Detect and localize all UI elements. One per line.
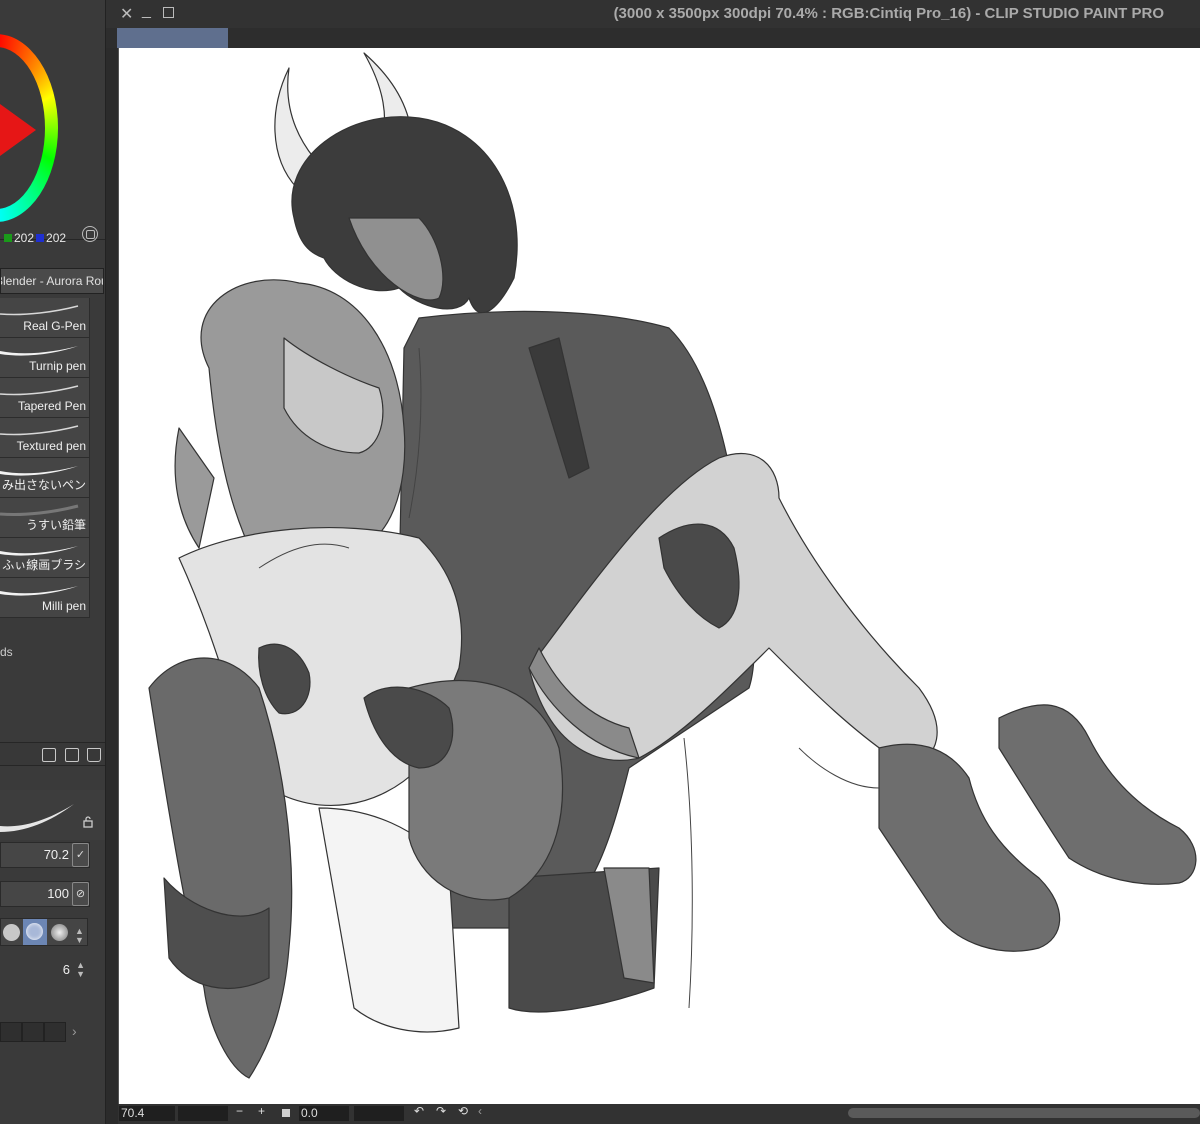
stabilization-field[interactable]: 6 ▲ ▼	[0, 958, 90, 984]
brush-list: Real G-Pen Turnip pen Tapered Pen Textured …	[0, 298, 90, 618]
canvas-titlebar: ✕ _ (3000 x 3500px 300dpi 70.4% : RGB:Ci…	[106, 0, 1200, 28]
brush-item-label: Textured pen	[16, 439, 86, 453]
rotation-field[interactable]: 0.0	[299, 1106, 349, 1121]
canvas-tab[interactable]	[117, 28, 228, 48]
brush-item-label: Milli pen	[41, 599, 86, 613]
minimize-icon[interactable]: _	[142, 2, 151, 20]
window-title: (3000 x 3500px 300dpi 70.4% : RGB:Cintiq…	[613, 5, 1164, 22]
stabilization-value: 6	[62, 962, 70, 977]
tool-property-swatch-row: ›	[0, 1022, 88, 1044]
import-icon[interactable]	[42, 748, 56, 762]
brush-item-label: うすい鉛筆	[25, 518, 86, 532]
zoom-slider[interactable]	[178, 1106, 228, 1121]
brush-item[interactable]: うすい鉛筆	[0, 498, 90, 538]
brush-preview-stroke	[0, 804, 74, 832]
size-pressure-toggle[interactable]: ✓	[72, 843, 89, 867]
brush-item-label: Turnip pen	[29, 359, 86, 373]
maximize-icon[interactable]	[163, 7, 174, 18]
green-value[interactable]: 202	[14, 231, 34, 245]
green-swatch	[4, 234, 12, 242]
reset-rotation-icon[interactable]: ⟲	[458, 1104, 468, 1118]
property-slot[interactable]	[44, 1022, 66, 1042]
brush-tip-selected[interactable]	[23, 919, 47, 945]
color-wheel-panel: 202 202	[0, 10, 105, 245]
close-icon[interactable]: ✕	[120, 4, 133, 24]
color-mode-icon[interactable]	[82, 226, 98, 242]
opacity-value: 100	[47, 886, 69, 901]
brush-item-label: ふぃ線画ブラシ	[2, 558, 86, 572]
brush-item[interactable]: Milli pen	[0, 578, 90, 618]
canvas-status-bar: 70.4 − + 0.0 ↶ ↷ ⟲ ‹	[118, 1104, 1200, 1124]
saturation-triangle[interactable]	[0, 104, 36, 156]
left-panel: 202 202 Blender - Aurora Rouge Real G-Pe…	[0, 0, 106, 1124]
brush-item-label: み出さないペン	[1, 478, 86, 492]
zoom-field[interactable]: 70.4	[119, 1106, 175, 1121]
blue-swatch	[36, 234, 45, 242]
opacity-pressure-toggle[interactable]: ⊘	[72, 882, 89, 906]
fit-view-icon[interactable]	[282, 1109, 290, 1117]
rotation-slider[interactable]	[354, 1106, 404, 1121]
brush-tip-selector: ▲ ▼	[0, 918, 88, 946]
zoom-out-button[interactable]: −	[236, 1104, 243, 1118]
brush-stroke-preview	[0, 385, 79, 396]
brush-list-toolbar	[0, 742, 105, 766]
trash-icon[interactable]	[87, 748, 101, 762]
horizontal-scrollbar[interactable]	[848, 1108, 1200, 1118]
expand-arrow-icon[interactable]: ›	[72, 1023, 77, 1039]
brush-set-tab[interactable]: Blender - Aurora Rouge	[0, 268, 104, 294]
brush-list-extra-text: ds	[0, 645, 13, 659]
brush-item-label: Real G-Pen	[23, 319, 86, 333]
duplicate-icon[interactable]	[65, 748, 79, 762]
brush-item[interactable]: み出さないペン	[0, 458, 90, 498]
property-slot[interactable]	[0, 1022, 22, 1042]
brush-tip-hard[interactable]	[3, 924, 20, 941]
collapse-icon[interactable]: ‹	[478, 1104, 482, 1118]
rgb-values: 202 202	[4, 231, 66, 245]
brush-item[interactable]: Real G-Pen	[0, 298, 90, 338]
brush-item[interactable]: ふぃ線画ブラシ	[0, 538, 90, 578]
brush-stroke-preview	[0, 586, 78, 596]
brush-set-name: Blender - Aurora Rouge	[1, 274, 103, 288]
brush-size-value: 70.2	[43, 847, 69, 862]
artwork-sketch	[148, 52, 1197, 1079]
brush-item[interactable]: Tapered Pen	[0, 378, 90, 418]
rotate-left-icon[interactable]: ↶	[414, 1104, 424, 1118]
tip-spinner[interactable]: ▲ ▼	[75, 927, 84, 945]
brush-stroke-preview	[0, 425, 79, 436]
property-slot[interactable]	[22, 1022, 44, 1042]
brush-item[interactable]: Turnip pen	[0, 338, 90, 378]
blue-value[interactable]: 202	[46, 231, 66, 245]
stabilization-spinner[interactable]: ▲ ▼	[76, 961, 85, 979]
canvas-tab-bar	[106, 28, 1200, 48]
brush-stroke-preview	[0, 346, 78, 356]
drawing-canvas[interactable]	[118, 48, 1200, 1104]
zoom-in-button[interactable]: +	[258, 1104, 265, 1118]
brush-tip-soft[interactable]	[51, 924, 68, 941]
rotate-right-icon[interactable]: ↷	[436, 1104, 446, 1118]
brush-item-label: Tapered Pen	[17, 399, 86, 413]
lock-icon[interactable]	[83, 816, 95, 828]
brush-item[interactable]: Textured pen	[0, 418, 90, 458]
brush-stroke-preview	[0, 305, 79, 316]
